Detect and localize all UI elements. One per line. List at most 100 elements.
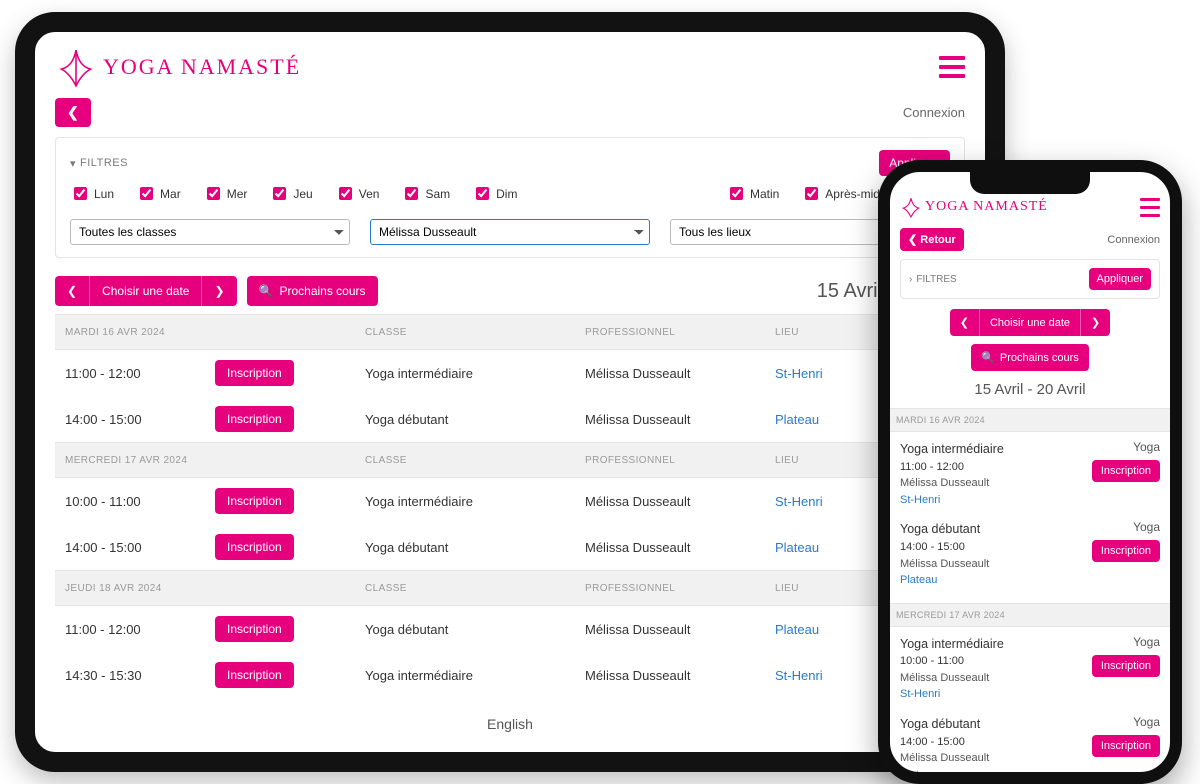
brand-logo: YOGA NAMASTÉ — [55, 46, 301, 88]
cell-class: Yoga débutant — [355, 524, 575, 571]
location-link[interactable]: St-Henri — [900, 688, 940, 700]
date-range: 15 Avril - 20 Avril — [974, 381, 1085, 398]
col-classe: CLASSE — [355, 571, 575, 606]
table-row: 14:00 - 15:00InscriptionYoga débutantMél… — [55, 524, 965, 571]
cell-class: Yoga débutant — [355, 396, 575, 443]
item-time: 14:00 - 15:00 — [900, 734, 989, 751]
table-row: 10:00 - 11:00 Inscription Yoga intermédiai… — [55, 478, 965, 525]
prochains-cours-button[interactable]: 🔍Prochains cours — [971, 344, 1089, 371]
phone-notch — [970, 172, 1090, 194]
register-button[interactable]: Inscription — [215, 616, 294, 642]
login-link[interactable]: Connexion — [903, 105, 965, 120]
cell-class: Yoga intermédiaire — [355, 478, 575, 525]
back-button[interactable]: ❮ — [55, 98, 91, 127]
location-link[interactable]: St-Henri — [775, 668, 823, 683]
checkbox-mer[interactable]: Mer — [203, 184, 248, 203]
item-prof: Mélissa Dusseault — [900, 750, 989, 767]
cell-class: Yoga intermédiaire — [355, 350, 575, 397]
item-type: Yoga — [1133, 440, 1160, 454]
day-header: MERCREDI 17 AVR 2024 — [55, 443, 205, 478]
filters-panel: ›FILTRES Appliquer — [900, 259, 1160, 299]
cell-class: Yoga débutant — [355, 606, 575, 653]
cell-prof: Mélissa Dusseault — [575, 606, 765, 653]
cell-class: Yoga intermédiaire — [355, 652, 575, 698]
list-item: Yoga débutant14:00 - 15:00Mélissa Dussea… — [900, 707, 1160, 784]
register-button[interactable]: Inscription — [1092, 655, 1160, 677]
cell-prof: Mélissa Dusseault — [575, 478, 765, 525]
list-item: Yoga débutant14:00 - 15:00Mélissa Dussea… — [900, 512, 1160, 592]
filters-toggle[interactable]: ›FILTRES — [909, 274, 957, 285]
location-link[interactable]: St-Henri — [775, 494, 823, 509]
language-link[interactable]: English — [55, 698, 965, 738]
location-link[interactable]: Plateau — [900, 574, 937, 586]
register-button[interactable]: Inscription — [1092, 460, 1160, 482]
item-time: 14:00 - 15:00 — [900, 539, 989, 556]
cell-time: 14:30 - 15:30 — [55, 652, 205, 698]
checkbox-matin[interactable]: Matin — [726, 184, 779, 203]
select-professional[interactable]: Mélissa Dusseault — [370, 219, 650, 245]
location-link[interactable]: St-Henri — [900, 494, 940, 506]
register-button[interactable]: Inscription — [215, 406, 294, 432]
day-header: JEUDI 18 AVR 2024 — [55, 571, 205, 606]
brand-name: YOGA NAMASTÉ — [103, 54, 301, 80]
hamburger-icon[interactable] — [1140, 198, 1160, 217]
date-segment: ❮ Choisir une date ❯ — [950, 309, 1111, 336]
leaf-icon — [900, 196, 922, 218]
location-link[interactable]: Plateau — [900, 769, 937, 781]
col-professionnel: PROFESSIONNEL — [575, 315, 765, 350]
location-link[interactable]: Plateau — [775, 622, 819, 637]
register-button[interactable]: Inscription — [215, 360, 294, 386]
checkbox-sam[interactable]: Sam — [401, 184, 450, 203]
item-class: Yoga intermédiaire — [900, 440, 1004, 459]
item-class: Yoga intermédiaire — [900, 635, 1004, 654]
apply-button[interactable]: Appliquer — [1089, 268, 1151, 290]
checkbox-ven[interactable]: Ven — [335, 184, 380, 203]
cell-time: 10:00 - 11:00 — [55, 478, 205, 525]
prev-week-button[interactable]: ❮ — [55, 276, 89, 306]
checkbox-mar[interactable]: Mar — [136, 184, 181, 203]
item-time: 11:00 - 12:00 — [900, 459, 1004, 476]
select-class[interactable]: Toutes les classes — [70, 219, 350, 245]
item-prof: Mélissa Dusseault — [900, 556, 989, 573]
prev-week-button[interactable]: ❮ — [950, 309, 979, 336]
register-button[interactable]: Inscription — [215, 662, 294, 688]
login-link[interactable]: Connexion — [1107, 234, 1160, 246]
location-link[interactable]: St-Henri — [775, 366, 823, 381]
col-professionnel: PROFESSIONNEL — [575, 443, 765, 478]
register-button[interactable]: Inscription — [215, 534, 294, 560]
choose-date-button[interactable]: Choisir une date — [979, 309, 1080, 336]
register-button[interactable]: Inscription — [215, 488, 294, 514]
back-button[interactable]: ❮ Retour — [900, 228, 964, 251]
choose-date-button[interactable]: Choisir une date — [89, 276, 201, 306]
cell-prof: Mélissa Dusseault — [575, 524, 765, 571]
cell-time: 11:00 - 12:00 — [55, 606, 205, 653]
prochains-cours-button[interactable]: 🔍Prochains cours — [247, 276, 378, 306]
checkbox-jeu[interactable]: Jeu — [269, 184, 312, 203]
chevron-down-icon: ▾ — [70, 157, 76, 170]
location-link[interactable]: Plateau — [775, 412, 819, 427]
table-row: 14:00 - 15:00InscriptionYoga débutantMél… — [55, 396, 965, 443]
register-button[interactable]: Inscription — [1092, 735, 1160, 757]
hamburger-icon[interactable] — [939, 56, 965, 78]
list-item: Yoga intermédiaire11:00 - 12:00Mélissa D… — [900, 432, 1160, 512]
schedule-table: MARDI 16 AVR 2024CLASSEPROFESSIONNELLIEU… — [55, 314, 965, 698]
next-week-button[interactable]: ❯ — [201, 276, 236, 306]
checkbox-lun[interactable]: Lun — [70, 184, 114, 203]
next-week-button[interactable]: ❯ — [1080, 309, 1110, 336]
col-lieu: LIEU — [765, 571, 875, 606]
table-row: 11:00 - 12:00 Inscription Yoga débutantMél… — [55, 606, 965, 653]
col-lieu: LIEU — [765, 315, 875, 350]
brand-name: YOGA NAMASTÉ — [925, 199, 1048, 215]
list-item: Yoga intermédiaire10:00 - 11:00Mélissa D… — [900, 627, 1160, 707]
register-button[interactable]: Inscription — [1092, 540, 1160, 562]
item-time: 10:00 - 11:00 — [900, 653, 1004, 670]
location-link[interactable]: Plateau — [775, 540, 819, 555]
item-type: Yoga — [1133, 635, 1160, 649]
checkbox-apresmidi[interactable]: Après-midi — [801, 184, 882, 203]
filters-toggle[interactable]: ▾FILTRES — [70, 157, 128, 170]
checkbox-dim[interactable]: Dim — [472, 184, 517, 203]
leaf-icon — [55, 46, 97, 88]
col-classe: CLASSE — [355, 315, 575, 350]
item-type: Yoga — [1133, 520, 1160, 534]
phone-device: YOGA NAMASTÉ ❮ Retour Connexion ›FILTRES… — [878, 160, 1182, 784]
